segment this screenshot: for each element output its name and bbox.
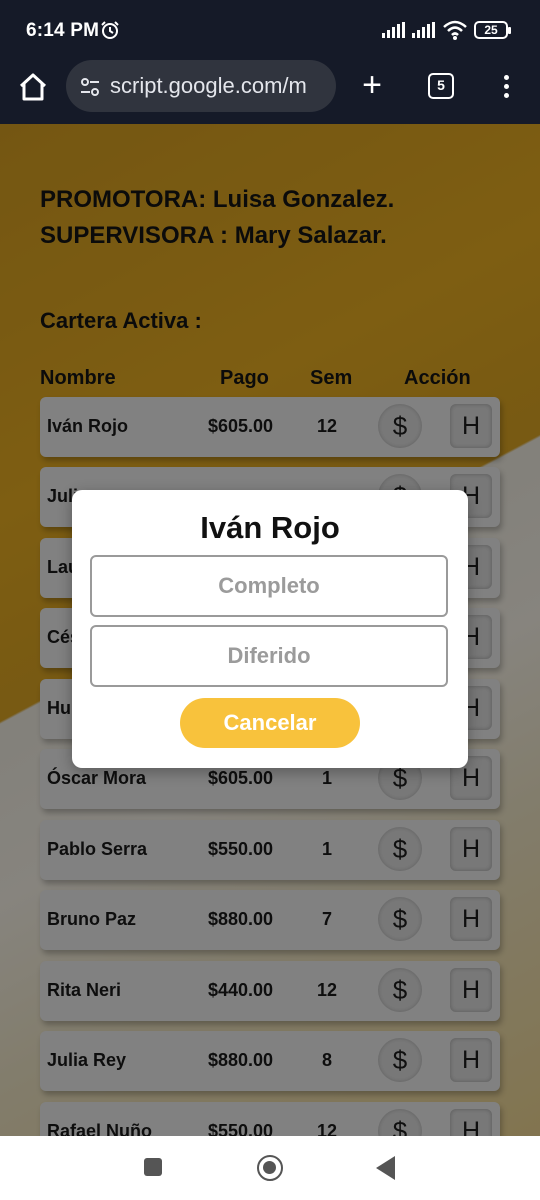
alarm-icon <box>101 21 119 39</box>
cancel-button[interactable]: Cancelar <box>180 698 360 748</box>
signal-icon <box>382 22 405 38</box>
url-text[interactable]: script.google.com/m <box>110 73 326 99</box>
address-bar[interactable]: script.google.com/m <box>66 60 336 112</box>
battery-icon: 25 <box>474 21 511 39</box>
wifi-icon <box>443 20 467 40</box>
status-bar: 6:14 PM 25 <box>0 0 540 60</box>
recents-icon[interactable] <box>144 1158 162 1176</box>
complete-option-button[interactable]: Completo <box>90 555 448 617</box>
home-icon[interactable] <box>16 70 50 104</box>
system-nav-bar <box>0 1136 540 1200</box>
payment-type-dialog: Iván Rojo Completo Diferido Cancelar <box>72 490 468 768</box>
status-time: 6:14 PM <box>26 20 100 41</box>
new-tab-button[interactable]: + <box>356 68 388 102</box>
home-nav-icon[interactable] <box>257 1155 283 1181</box>
more-menu-icon[interactable] <box>496 72 516 102</box>
dialog-title: Iván Rojo <box>200 510 340 545</box>
deferred-option-button[interactable]: Diferido <box>90 625 448 687</box>
signal-icon <box>412 22 435 38</box>
tab-switcher-button[interactable]: 5 <box>428 73 454 99</box>
browser-toolbar: script.google.com/m + 5 <box>0 60 540 124</box>
back-icon[interactable] <box>376 1156 395 1180</box>
site-settings-icon[interactable] <box>80 77 100 97</box>
